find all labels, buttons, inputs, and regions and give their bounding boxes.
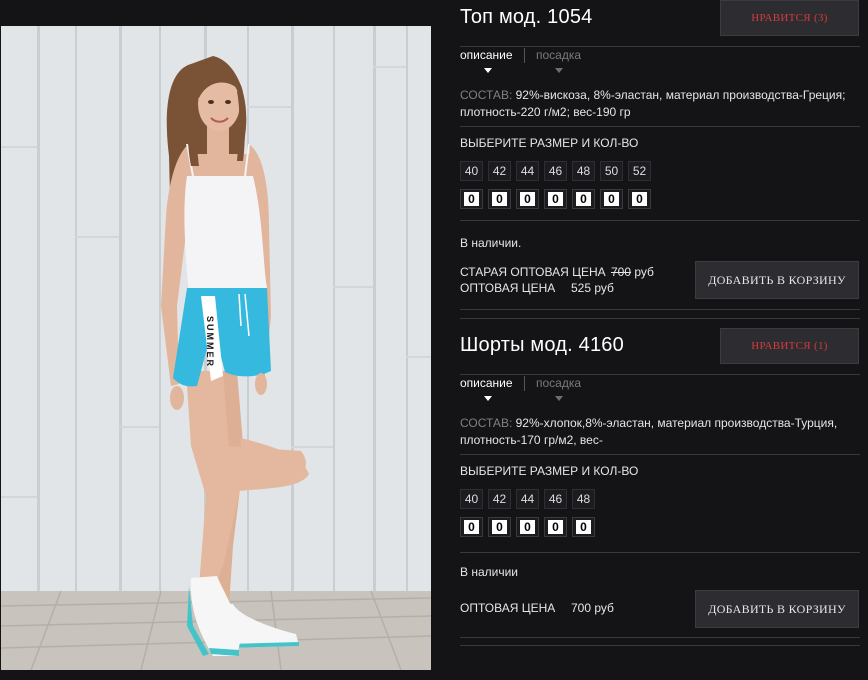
size-cell: 46 bbox=[544, 161, 567, 181]
shorts-print-text: SUMMER bbox=[205, 316, 215, 368]
old-price-value: 700 руб bbox=[611, 265, 654, 279]
tab-description[interactable]: описание bbox=[460, 376, 513, 390]
section-divider bbox=[460, 309, 860, 310]
price-label: ОПТОВАЯ ЦЕНА bbox=[460, 601, 556, 615]
size-cell: 42 bbox=[488, 161, 511, 181]
section-divider bbox=[460, 318, 860, 319]
quantity-input[interactable] bbox=[464, 520, 479, 534]
quantity-cell bbox=[488, 517, 511, 537]
old-price-currency: руб bbox=[634, 265, 654, 279]
section-divider bbox=[460, 126, 860, 127]
like-button[interactable]: НРАВИТСЯ (1) bbox=[720, 328, 859, 364]
composition-text: СОСТАВ: 92%-хлопок,8%-эластан, материал … bbox=[460, 415, 860, 449]
tab-fit[interactable]: посадка bbox=[536, 48, 581, 62]
quantity-input[interactable] bbox=[576, 192, 591, 206]
quantity-cell bbox=[544, 189, 567, 209]
quantity-row bbox=[460, 189, 656, 209]
old-price-label: СТАРАЯ ОПТОВАЯ ЦЕНА bbox=[460, 265, 606, 279]
quantity-input[interactable] bbox=[464, 192, 479, 206]
composition-label: СОСТАВ: bbox=[460, 88, 513, 102]
product-title: Топ мод. 1054 bbox=[460, 6, 593, 28]
size-cell: 48 bbox=[572, 489, 595, 509]
tab-inactive-arrow-icon bbox=[555, 68, 563, 73]
size-cell: 48 bbox=[572, 161, 595, 181]
quantity-cell bbox=[572, 517, 595, 537]
quantity-input[interactable] bbox=[520, 520, 535, 534]
quantity-input[interactable] bbox=[576, 520, 591, 534]
price-value: 525 руб bbox=[571, 281, 614, 295]
tab-active-arrow-icon bbox=[484, 68, 492, 73]
tab-inactive-arrow-icon bbox=[555, 396, 563, 401]
quantity-cell bbox=[572, 189, 595, 209]
quantity-row bbox=[460, 517, 600, 537]
composition-text: СОСТАВ: 92%-вискоза, 8%-эластан, материа… bbox=[460, 87, 860, 121]
size-row: 40 42 44 46 48 50 52 bbox=[460, 161, 656, 181]
tab-separator bbox=[524, 48, 525, 63]
quantity-input[interactable] bbox=[632, 192, 647, 206]
section-divider bbox=[460, 552, 860, 553]
size-cell: 42 bbox=[488, 489, 511, 509]
composition-value: 92%-вискоза, 8%-эластан, материал произв… bbox=[460, 88, 846, 119]
price-value: 700 руб bbox=[571, 601, 614, 615]
section-divider bbox=[460, 637, 860, 638]
tab-fit[interactable]: посадка bbox=[536, 376, 581, 390]
composition-value: 92%-хлопок,8%-эластан, материал производ… bbox=[460, 416, 838, 447]
quantity-input[interactable] bbox=[548, 192, 563, 206]
quantity-cell bbox=[516, 517, 539, 537]
section-divider bbox=[460, 454, 860, 455]
size-select-title: ВЫБЕРИТЕ РАЗМЕР И КОЛ-ВО bbox=[460, 136, 639, 150]
size-cell: 44 bbox=[516, 489, 539, 509]
quantity-cell bbox=[460, 189, 483, 209]
quantity-input[interactable] bbox=[492, 520, 507, 534]
like-button[interactable]: НРАВИТСЯ (3) bbox=[720, 0, 859, 36]
tabs-divider bbox=[460, 374, 860, 375]
stock-status: В наличии. bbox=[460, 236, 522, 250]
size-cell: 40 bbox=[460, 489, 483, 509]
section-divider bbox=[460, 220, 860, 221]
price-label: ОПТОВАЯ ЦЕНА bbox=[460, 281, 556, 295]
tab-separator bbox=[524, 376, 525, 391]
quantity-input[interactable] bbox=[604, 192, 619, 206]
size-row: 40 42 44 46 48 bbox=[460, 489, 600, 509]
quantity-input[interactable] bbox=[492, 192, 507, 206]
product-title: Шорты мод. 4160 bbox=[460, 334, 624, 356]
size-cell: 46 bbox=[544, 489, 567, 509]
stock-status: В наличии bbox=[460, 565, 519, 579]
quantity-cell bbox=[516, 189, 539, 209]
add-to-cart-button[interactable]: ДОБАВИТЬ В КОРЗИНУ bbox=[695, 261, 859, 299]
size-select-title: ВЫБЕРИТЕ РАЗМЕР И КОЛ-ВО bbox=[460, 464, 639, 478]
size-cell: 52 bbox=[628, 161, 651, 181]
quantity-cell bbox=[628, 189, 651, 209]
old-price-amount: 700 bbox=[611, 265, 632, 279]
add-to-cart-button[interactable]: ДОБАВИТЬ В КОРЗИНУ bbox=[695, 590, 859, 628]
section-divider bbox=[460, 645, 860, 646]
quantity-cell bbox=[600, 189, 623, 209]
quantity-cell bbox=[488, 189, 511, 209]
quantity-input[interactable] bbox=[548, 520, 563, 534]
tab-description[interactable]: описание bbox=[460, 48, 513, 62]
quantity-cell bbox=[460, 517, 483, 537]
quantity-input[interactable] bbox=[520, 192, 535, 206]
composition-label: СОСТАВ: bbox=[460, 416, 513, 430]
size-cell: 50 bbox=[600, 161, 623, 181]
size-cell: 40 bbox=[460, 161, 483, 181]
model-photo-illustration: SUMMER bbox=[1, 26, 431, 670]
quantity-cell bbox=[544, 517, 567, 537]
tabs-divider bbox=[460, 46, 860, 47]
size-cell: 44 bbox=[516, 161, 539, 181]
tab-active-arrow-icon bbox=[484, 396, 492, 401]
product-photo: SUMMER bbox=[1, 26, 431, 670]
